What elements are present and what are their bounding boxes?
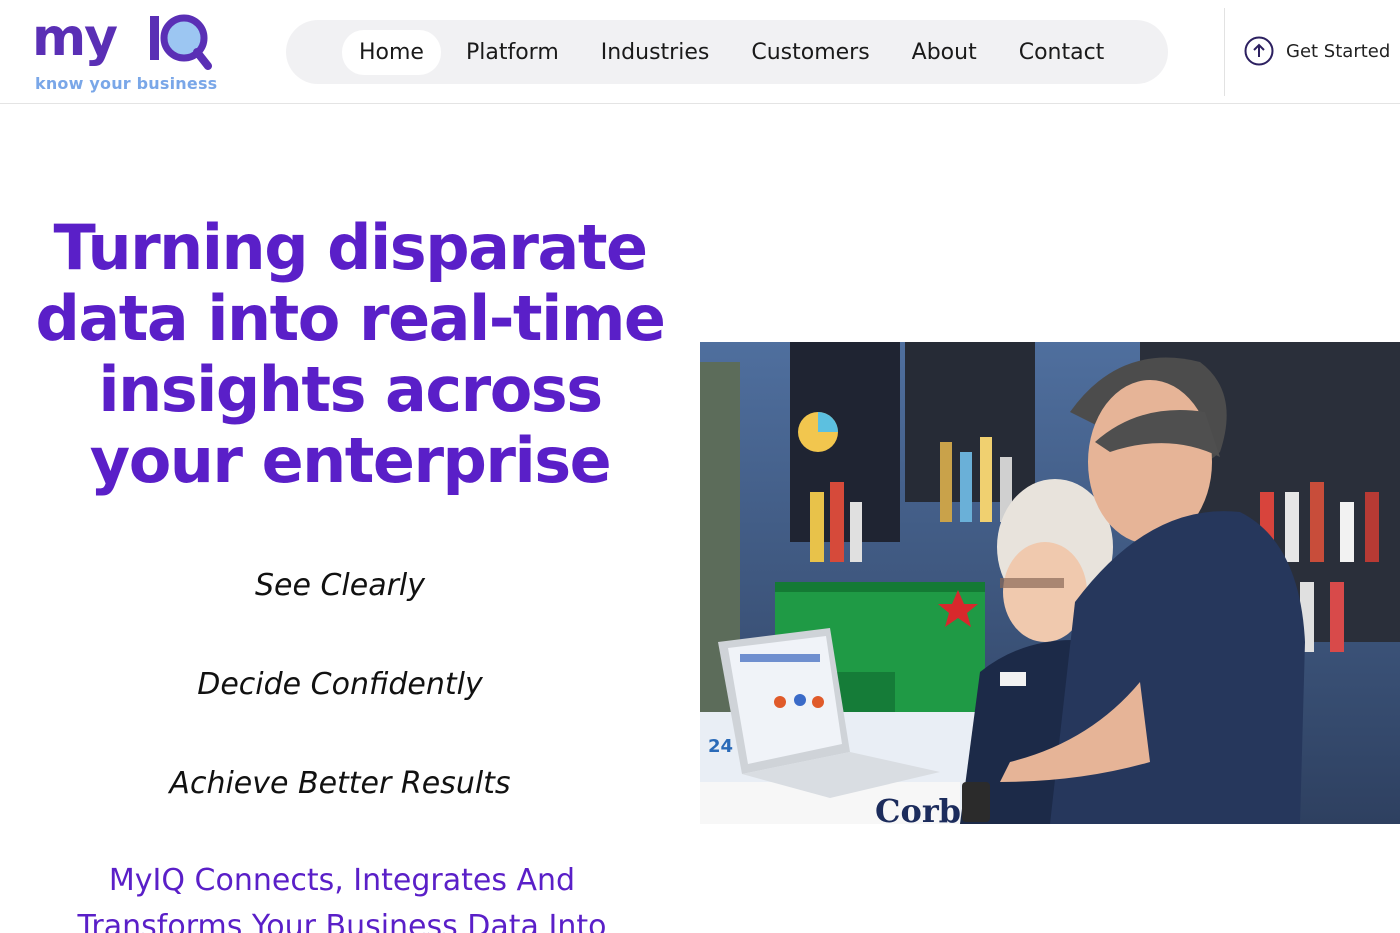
myiq-logo[interactable]: my know your business [32, 8, 217, 98]
svg-text:Corb: Corb [875, 792, 961, 824]
tagline-achieve-results: Achieve Better Results [169, 766, 511, 801]
arrow-up-circle-icon [1244, 36, 1274, 66]
nav-home[interactable]: Home [342, 29, 441, 75]
hero-subheadline: MyIQ Connects, Integrates And Transforms… [77, 863, 607, 933]
nav-contact[interactable]: Contact [1002, 30, 1122, 75]
tagline-decide-confidently: Decide Confidently [197, 667, 483, 702]
logo-wordmark: my [32, 8, 118, 68]
magnifier-icon [150, 14, 212, 70]
main-nav: Home Platform Industries Customers About… [286, 20, 1168, 84]
svg-text:24: 24 [708, 736, 733, 757]
logo-tagline: know your business [35, 74, 218, 93]
hero-headline: Turning disparate data into real-time in… [35, 211, 666, 497]
nav-industries[interactable]: Industries [584, 30, 727, 75]
nav-platform[interactable]: Platform [449, 30, 576, 75]
hero-photo: 24 Corb [700, 342, 1400, 824]
header-divider [1224, 8, 1225, 96]
get-started-label: Get Started [1286, 40, 1391, 62]
tagline-see-clearly: See Clearly [254, 568, 426, 603]
nav-customers[interactable]: Customers [734, 30, 886, 75]
store-staff-illustration: 24 Corb [700, 342, 1400, 824]
nav-about[interactable]: About [895, 30, 994, 75]
get-started-button[interactable]: Get Started [1244, 36, 1390, 66]
site-header: my know your business Home Platform Indu… [0, 0, 1400, 104]
